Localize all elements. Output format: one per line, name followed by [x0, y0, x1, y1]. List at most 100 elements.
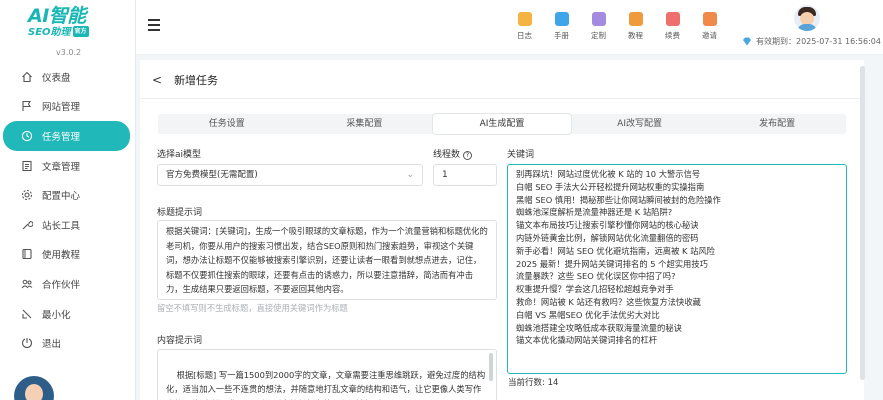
- sidebar-item-label: 站长工具: [42, 220, 81, 232]
- tool-invite[interactable]: 邀请: [691, 12, 728, 41]
- logout-icon: [21, 337, 33, 349]
- sidebar-item-label: 配置中心: [42, 191, 81, 203]
- keyword-line: 流量暴跌？这些 SEO 优化误区你中招了吗?: [516, 271, 676, 282]
- sidebar-item-label: 退出: [42, 339, 62, 351]
- custom-icon: [591, 12, 606, 26]
- threads-label: 线程数: [433, 150, 461, 160]
- expire-info: 有效期到：2025-07-31 16:56:04: [742, 36, 881, 47]
- page-scrollbar[interactable]: [860, 66, 865, 380]
- tool-custom[interactable]: 定制: [580, 12, 617, 41]
- tab-ai-generate-config[interactable]: AI生成配置: [433, 114, 571, 134]
- keyword-line: 2025 最新！提升网站关键词排名的 5 个超实用技巧: [516, 258, 708, 269]
- diamond-icon: [743, 37, 751, 46]
- config-tabs: 任务设置 采集配置 AI生成配置 AI改写配置 发布配置: [158, 114, 846, 134]
- keyword-line: 白帽 SEO 手法大公开轻松提升网站权重的实操指南: [516, 181, 705, 192]
- keyword-line: 别再踩坑！网站过度优化被 K 站的 10 大警示信号: [516, 169, 701, 179]
- keywords-textarea[interactable]: 别再踩坑！网站过度优化被 K 站的 10 大警示信号 白帽 SEO 手法大公开轻…: [507, 164, 847, 374]
- sidebar-item-dashboard[interactable]: 仪表盘: [3, 62, 130, 92]
- title-prompt-hint: 留空不填写则不生成标题，直接使用关键词作为标题: [157, 303, 348, 313]
- dashboard-icon: [21, 71, 33, 83]
- sidebar-item-logout[interactable]: 退出: [3, 328, 130, 358]
- sidebar-item-label: 使用教程: [42, 250, 81, 262]
- content-prompt-textarea[interactable]: 根据[标题] 写一篇1500到2000字的文章，文章需要注重思维跳跃，避免过度的…: [157, 349, 497, 400]
- model-select[interactable]: 官方免费模型(无需配置) ⌄: [157, 164, 423, 186]
- top-bar: 日志 手册 定制 教程 续费 邀请 有效期到：2025-07-31 16:56:…: [136, 0, 883, 55]
- logo-main-text: AI智能: [28, 5, 86, 27]
- content-prompt-label: 内容提示词: [157, 336, 203, 346]
- tutorial-icon: [628, 12, 643, 26]
- task-icon: [21, 130, 33, 142]
- renew-icon: [665, 12, 680, 26]
- flag-icon: [21, 100, 33, 112]
- tool-label: 定制: [591, 31, 606, 40]
- keyword-line: 新手必看！网站 SEO 优化避坑指南，远离被 K 站风险: [516, 245, 715, 256]
- tool-log[interactable]: 日志: [506, 12, 543, 41]
- tool-label: 手册: [554, 31, 569, 40]
- chevron-down-icon: ⌄: [406, 170, 414, 180]
- sidebar-item-sites[interactable]: 网站管理: [3, 92, 130, 122]
- sidebar-item-label: 网站管理: [42, 102, 81, 114]
- sidebar-item-config[interactable]: 配置中心: [3, 180, 130, 210]
- app-logo: AI智能 SEO助理 官方: [28, 6, 108, 42]
- wrench-icon: [21, 219, 33, 231]
- page-title: 新增任务: [174, 74, 219, 87]
- expire-text: 有效期到：2025-07-31 16:56:04: [756, 37, 881, 46]
- sidebar-item-label: 最小化: [42, 309, 71, 321]
- threads-input[interactable]: 1: [433, 164, 497, 186]
- sidebar-item-tutorial[interactable]: 使用教程: [3, 240, 130, 270]
- keyword-line-count: 当前行数: 14: [508, 378, 559, 388]
- toolbar: 日志 手册 定制 教程 续费 邀请: [506, 12, 728, 41]
- logo-sub-label: SEO助理: [28, 27, 71, 38]
- content-prompt-text: 根据[标题] 写一篇1500到2000字的文章，文章需要注重思维跳跃，避免过度的…: [166, 369, 486, 400]
- threads-label-row: 线程数?: [433, 147, 473, 160]
- help-icon[interactable]: ?: [463, 151, 473, 160]
- tool-tutorial[interactable]: 教程: [617, 12, 654, 41]
- header-divider: [140, 98, 864, 99]
- keyword-line: 蜘蛛池深度解析是流量神器还是 K 站陷阱?: [516, 207, 673, 218]
- assistant-avatar: [14, 376, 54, 400]
- tool-label: 教程: [628, 31, 643, 40]
- book-icon: [21, 248, 33, 260]
- keywords-label: 关键词: [507, 150, 535, 160]
- tool-label: 日志: [517, 31, 532, 40]
- minimize-icon: [21, 308, 33, 320]
- sidebar-item-label: 任务管理: [42, 131, 81, 143]
- logo-badge: 官方: [72, 26, 89, 37]
- tab-publish-config[interactable]: 发布配置: [708, 114, 846, 134]
- page-header: < 新增任务: [152, 72, 218, 88]
- tool-label: 续费: [665, 31, 680, 40]
- tab-ai-rewrite-config[interactable]: AI改写配置: [571, 114, 709, 134]
- main-panel: < 新增任务 任务设置 采集配置 AI生成配置 AI改写配置 发布配置 选择ai…: [140, 60, 864, 400]
- sidebar-item-label: 文章管理: [42, 161, 81, 173]
- sidebar-item-tools[interactable]: 站长工具: [3, 210, 130, 240]
- keyword-line: 锚文本布局技巧让搜索引擎秒懂你网站的核心秘诀: [516, 220, 699, 231]
- sidebar-item-minimize[interactable]: 最小化: [3, 299, 130, 329]
- tab-collect-config[interactable]: 采集配置: [296, 114, 434, 134]
- app-version: v3.0.2: [56, 48, 82, 57]
- back-chevron-icon[interactable]: <: [152, 73, 162, 87]
- partner-icon: [21, 278, 33, 290]
- user-avatar[interactable]: [794, 5, 820, 31]
- keyword-line: 蜘蛛池搭建全攻略低成本获取海量流量的秘诀: [516, 322, 682, 333]
- sidebar-item-articles[interactable]: 文章管理: [3, 151, 130, 181]
- tool-manual[interactable]: 手册: [543, 12, 580, 41]
- keyword-line: 救命！网站被 K 站还有救吗？这些恢复方法快收藏: [516, 296, 701, 307]
- invite-icon: [702, 12, 717, 26]
- document-icon: [21, 160, 33, 172]
- sidebar-item-partners[interactable]: 合作伙伴: [3, 269, 130, 299]
- sidebar-item-label: 合作伙伴: [42, 279, 81, 291]
- menu-toggle-icon[interactable]: [148, 19, 160, 31]
- keyword-line: 黑帽 SEO 慎用！揭秘那些让你网站瞬间被封的危险操作: [516, 194, 721, 205]
- sidebar-item-tasks[interactable]: 任务管理: [3, 121, 130, 151]
- keyword-line: 白帽 VS 黑帽SEO 优化手法优劣大对比: [516, 309, 660, 320]
- gear-icon: [21, 189, 33, 201]
- keyword-line: 内链外链黄金比例，解锁网站优化流量翻倍的密码: [516, 232, 699, 243]
- model-label: 选择ai模型: [157, 150, 202, 160]
- model-select-value: 官方免费模型(无需配置): [166, 170, 258, 180]
- logo-sub-text: SEO助理 官方: [28, 26, 108, 38]
- textarea-scrollbar[interactable]: [489, 353, 493, 381]
- tab-task-settings[interactable]: 任务设置: [158, 114, 296, 134]
- sidebar-nav: 仪表盘 网站管理 任务管理 文章管理 配置中心 站长工具 使用教程 合作伙伴 最…: [0, 62, 136, 358]
- tool-renew[interactable]: 续费: [654, 12, 691, 41]
- title-prompt-textarea[interactable]: 根据关键词：[关键词]，生成一个吸引眼球的文章标题，作为一个流量营销和标题优化的…: [157, 220, 497, 300]
